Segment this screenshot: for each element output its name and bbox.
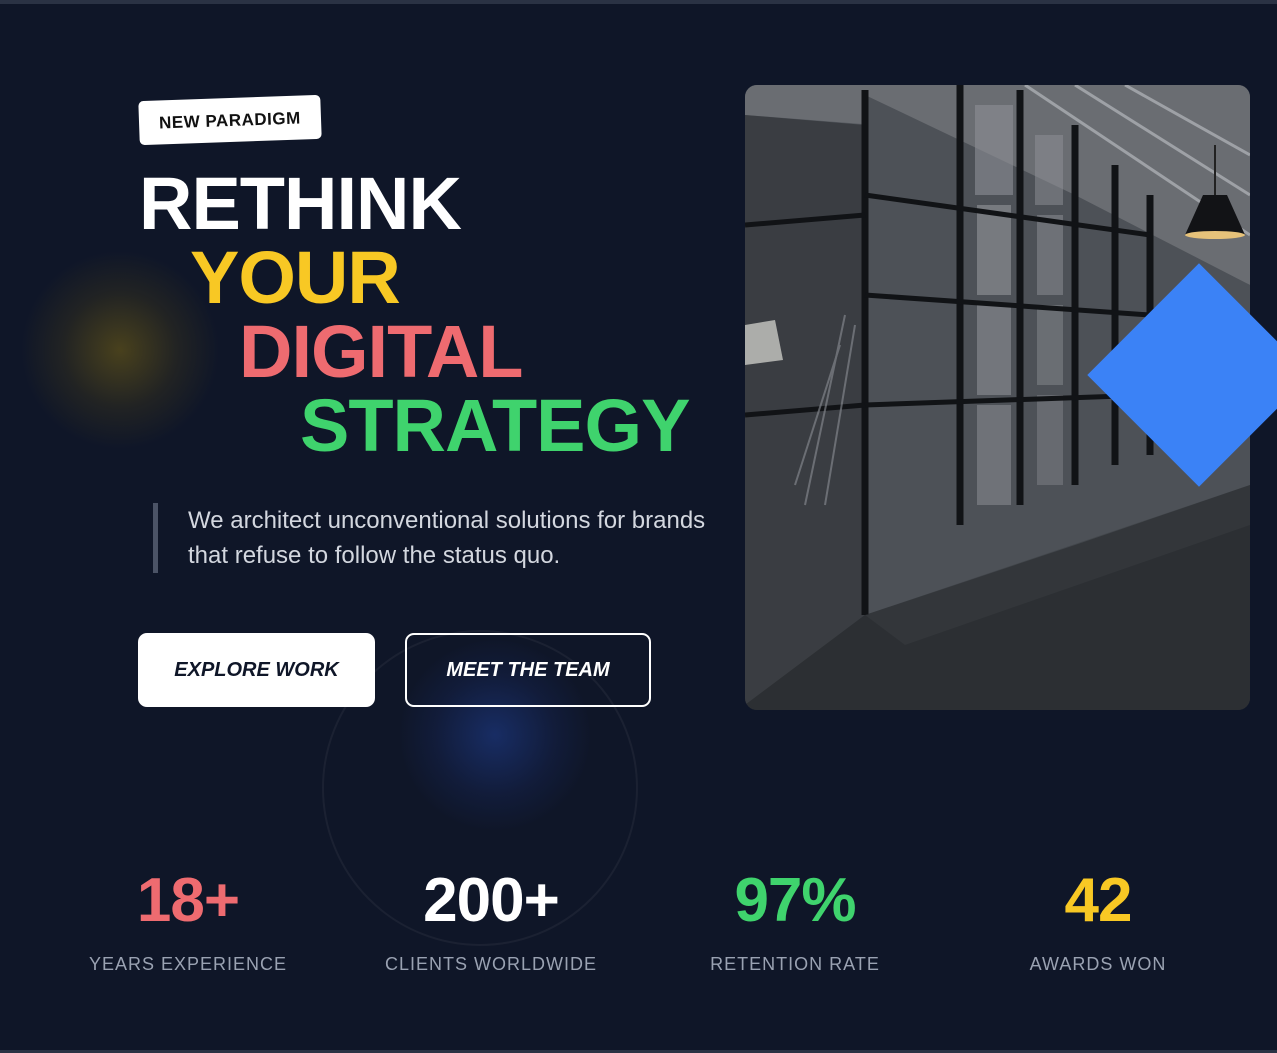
- stat-awards-won: 42 AWARDS WON: [968, 870, 1228, 975]
- hero-description: We architect unconventional solutions fo…: [188, 507, 706, 569]
- stat-value: 18+: [136, 866, 240, 935]
- stat-value: 42: [1064, 866, 1133, 935]
- stat-label: YEARS EXPERIENCE: [88, 954, 288, 974]
- stat-value: 200+: [423, 866, 560, 935]
- hero-tag-badge: NEW PARADIGM: [138, 94, 322, 146]
- stat-retention-rate: 97% RETENTION RATE: [665, 870, 925, 975]
- top-border: [0, 0, 1277, 4]
- headline-line-rethink: RETHINK: [139, 162, 462, 245]
- stat-clients-worldwide: 200+ CLIENTS WORLDWIDE: [361, 870, 621, 975]
- headline-line-strategy: STRATEGY: [300, 384, 690, 467]
- stat-years-experience: 18+ YEARS EXPERIENCE: [58, 870, 318, 975]
- stat-value: 97%: [734, 866, 856, 935]
- stat-label: RETENTION RATE: [710, 954, 880, 974]
- explore-work-button[interactable]: EXPLORE WORK: [138, 633, 375, 707]
- stat-label: AWARDS WON: [1029, 954, 1167, 974]
- headline-line-your: YOUR: [190, 236, 401, 319]
- meet-the-team-button[interactable]: MEET THE TEAM: [405, 633, 651, 707]
- headline-line-digital: DIGITAL: [239, 310, 523, 393]
- description-accent-bar: [153, 503, 158, 573]
- stat-label: CLIENTS WORLDWIDE: [384, 954, 597, 974]
